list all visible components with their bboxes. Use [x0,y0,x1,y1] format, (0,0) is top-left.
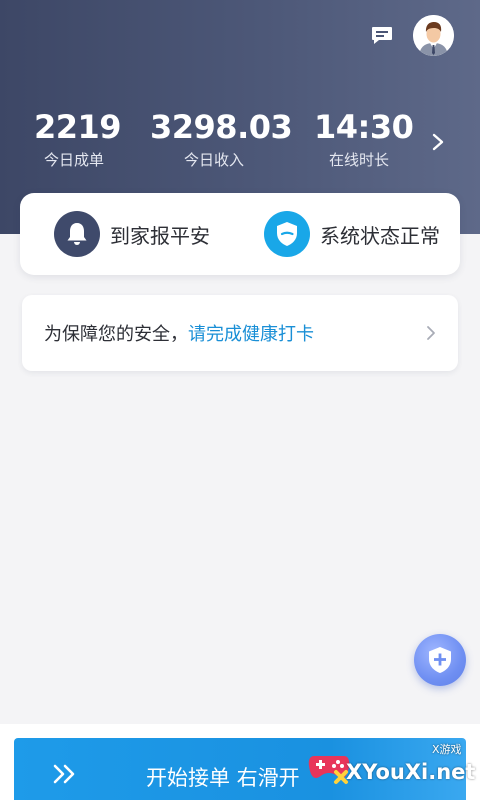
orders-today-value: 2219 [34,108,122,146]
safety-card: 到家报平安 系统状态正常 [20,193,460,275]
shield-plus-icon [429,647,451,673]
home-safe-report-button[interactable]: 到家报平安 [54,211,210,257]
online-time-label: 在线时长 [328,151,389,169]
driver-avatar-icon [413,15,454,56]
health-checkin-link[interactable]: 请完成健康打卡 [188,324,314,345]
income-today-value: 3298.03 [150,108,293,146]
double-chevron-right-icon [53,764,75,784]
chevron-right-icon[interactable] [428,130,448,154]
health-checkin-card[interactable]: 为保障您的安全，请完成健康打卡 [22,295,458,371]
watermark-small-text: X游戏 [432,743,462,756]
system-status-label: 系统状态正常 [320,223,440,248]
online-time-value: 14:30 [314,108,414,146]
message-button[interactable] [370,24,394,48]
health-checkin-prefix: 为保障您的安全， [44,324,188,345]
avatar[interactable] [413,15,454,56]
chevron-right-icon [427,326,435,340]
slide-to-start-label: 开始接单 右滑开 [146,766,300,790]
shield-icon [264,211,310,257]
health-checkin-text: 为保障您的安全，请完成健康打卡 [44,320,314,346]
home-safe-label: 到家报平安 [110,223,210,248]
stat-online-time: 14:30 在线时长 [314,108,414,170]
bell-icon [54,211,100,257]
income-today-label: 今日收入 [183,151,244,169]
driver-home-screen: 2219 今日成单 3298.03 今日收入 14:30 在线时长 到家报平安 [0,0,480,800]
system-status-button[interactable]: 系统状态正常 [264,211,440,257]
stat-orders-today: 2219 今日成单 [34,108,122,170]
watermark-text: XYouXi.net [346,760,476,784]
stat-income-today: 3298.03 今日收入 [150,108,293,170]
message-icon [372,27,392,44]
safety-center-button[interactable] [414,634,466,686]
orders-today-label: 今日成单 [43,151,104,169]
